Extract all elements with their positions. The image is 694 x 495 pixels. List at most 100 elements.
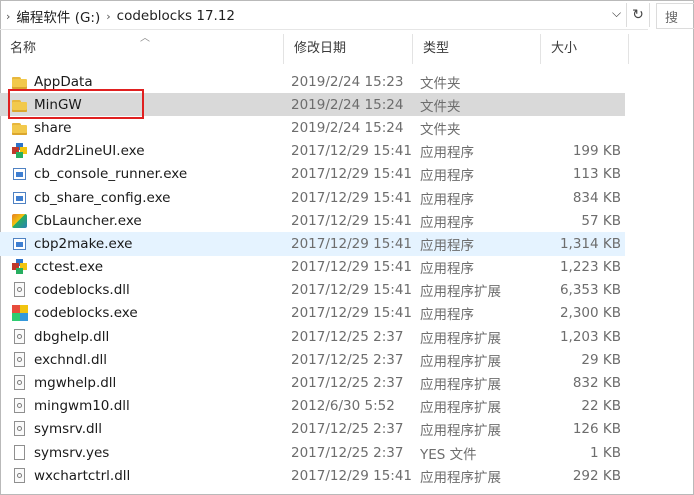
column-header-name[interactable]: 名称 ︿ — [0, 33, 284, 64]
file-name-cell[interactable]: cbp2make.exe — [12, 236, 282, 252]
file-row[interactable]: symsrv.dll 2017/12/25 2:37 应用程序扩展 126 KB — [0, 418, 625, 441]
file-name-cell[interactable]: symsrv.dll — [12, 421, 282, 437]
file-name: mingwm10.dll — [34, 398, 130, 415]
file-name: codeblocks.exe — [34, 305, 138, 322]
breadcrumb-folder[interactable]: codeblocks 17.12 — [117, 8, 235, 24]
file-name-cell[interactable]: cctest.exe — [12, 259, 282, 275]
file-size: 126 KB — [572, 421, 621, 438]
file-row[interactable]: cb_console_runner.exe 2017/12/29 15:41 应用程… — [0, 163, 625, 186]
file-name-cell[interactable]: CbLauncher.exe — [12, 213, 282, 229]
search-placeholder: 搜 — [665, 10, 679, 26]
file-type: YES 文件 — [420, 446, 477, 463]
file-size: 22 KB — [581, 398, 621, 415]
file-name-cell[interactable]: AppData — [12, 74, 282, 90]
file-row[interactable]: Addr2LineUI.exe 2017/12/29 15:41 应用程序 199 K… — [0, 140, 625, 163]
file-type: 应用程序扩展 — [420, 423, 501, 440]
file-row[interactable]: wxchartctrl.dll 2017/12/29 15:41 应用程序扩展 292… — [0, 464, 625, 487]
breadcrumb-root-chevron-icon[interactable]: › — [6, 10, 10, 23]
file-row[interactable]: symsrv.yes 2017/12/25 2:37 YES 文件 1 KB — [0, 441, 625, 464]
file-row[interactable]: dbghelp.dll 2017/12/25 2:37 应用程序扩展 1,203 KB — [0, 325, 625, 348]
address-history-chevron-down-icon[interactable]: ⌵ — [612, 6, 621, 21]
address-bar[interactable]: › 编程软件 (G:) › codeblocks 17.12 — [0, 3, 648, 30]
file-name: CbLauncher.exe — [34, 212, 142, 229]
file-size: 57 KB — [581, 212, 621, 229]
dll-icon — [12, 282, 28, 298]
file-type: 应用程序 — [420, 191, 474, 208]
file-row[interactable]: cbp2make.exe 2017/12/29 15:41 应用程序 1,314 KB — [0, 232, 625, 256]
file-size: 6,353 KB — [559, 282, 621, 299]
file-name-cell[interactable]: symsrv.yes — [12, 444, 282, 461]
search-input[interactable]: 搜 — [656, 3, 694, 29]
column-header-size[interactable]: 大小 — [541, 34, 629, 64]
column-header-date[interactable]: 修改日期 — [284, 34, 413, 64]
column-header-size-label: 大小 — [551, 41, 578, 56]
file-type: 应用程序 — [420, 168, 474, 185]
file-type: 应用程序 — [420, 237, 474, 254]
file-row[interactable]: mingwm10.dll 2012/6/30 5:52 应用程序扩展 22 KB — [0, 395, 625, 418]
file-modified-date: 2019/2/24 15:24 — [291, 119, 404, 136]
dll-icon — [12, 421, 28, 437]
file-name-cell[interactable]: wxchartctrl.dll — [12, 467, 282, 484]
dll-icon — [12, 351, 28, 368]
address-bar-row: › 编程软件 (G:) › codeblocks 17.12 ⌵ ↻ 搜 — [0, 0, 694, 32]
file-modified-date: 2019/2/24 15:23 — [291, 73, 404, 90]
file-row[interactable]: codeblocks.exe 2017/12/29 15:41 应用程序 2,300 … — [0, 302, 625, 325]
file-name-cell[interactable]: dbghelp.dll — [12, 328, 282, 345]
file-name-cell[interactable]: cb_share_config.exe — [12, 190, 282, 206]
file-size: 292 KB — [572, 467, 621, 484]
file-name: codeblocks.dll — [34, 282, 130, 299]
folder-icon — [12, 74, 28, 90]
dll-icon — [12, 467, 28, 484]
file-type: 应用程序扩展 — [420, 400, 501, 417]
file-name: cbp2make.exe — [34, 235, 133, 252]
file-type: 应用程序扩展 — [420, 284, 501, 301]
column-header: 名称 ︿ 修改日期 类型 大小 — [0, 33, 694, 64]
column-header-type[interactable]: 类型 — [413, 34, 541, 64]
colorful-app-icon — [12, 143, 28, 159]
file-name: AppData — [34, 73, 93, 90]
file-row[interactable]: CbLauncher.exe 2017/12/29 15:41 应用程序 57 KB — [0, 209, 625, 232]
breadcrumb-drive[interactable]: 编程软件 (G:) — [16, 6, 100, 26]
file-name-cell[interactable]: share — [12, 120, 282, 136]
file-name-cell[interactable]: Addr2LineUI.exe — [12, 143, 282, 159]
refresh-button[interactable]: ↻ — [626, 3, 650, 27]
dll-icon — [12, 398, 28, 414]
file-type: 应用程序扩展 — [420, 377, 501, 394]
file-name-cell[interactable]: cb_console_runner.exe — [12, 166, 282, 182]
file-name-cell[interactable]: exchndl.dll — [12, 351, 282, 368]
file-name: exchndl.dll — [34, 351, 108, 368]
file-modified-date: 2012/6/30 5:52 — [291, 398, 395, 415]
file-name-cell[interactable]: mgwhelp.dll — [12, 375, 282, 391]
annotation-highlight-box — [8, 89, 144, 119]
file-type: 应用程序扩展 — [420, 353, 501, 370]
codeblocks-icon — [12, 305, 28, 321]
file-row[interactable]: codeblocks.dll 2017/12/29 15:41 应用程序扩展 6,35… — [0, 279, 625, 302]
file-name-cell[interactable]: codeblocks.dll — [12, 282, 282, 298]
file-size: 29 KB — [581, 351, 621, 368]
column-header-date-label: 修改日期 — [294, 41, 347, 56]
dll-icon — [12, 328, 28, 345]
file-modified-date: 2017/12/29 15:41 — [291, 212, 413, 229]
file-size: 1,314 KB — [559, 235, 621, 252]
file-modified-date: 2017/12/29 15:41 — [291, 305, 413, 322]
file-name: cctest.exe — [34, 259, 104, 276]
file-name-cell[interactable]: mingwm10.dll — [12, 398, 282, 414]
file-row[interactable]: exchndl.dll 2017/12/25 2:37 应用程序扩展 29 KB — [0, 348, 625, 371]
file-row[interactable]: share 2019/2/24 15:24 文件夹 — [0, 116, 625, 139]
breadcrumb-chevron-icon[interactable]: › — [106, 10, 110, 23]
folder-icon — [12, 120, 28, 136]
file-modified-date: 2017/12/29 15:41 — [291, 235, 413, 252]
file-modified-date: 2017/12/25 2:37 — [291, 444, 404, 461]
file-name: cb_share_config.exe — [34, 189, 171, 206]
sort-ascending-icon: ︿ — [140, 33, 150, 44]
file-modified-date: 2017/12/25 2:37 — [291, 328, 404, 345]
file-row[interactable]: mgwhelp.dll 2017/12/25 2:37 应用程序扩展 832 KB — [0, 371, 625, 394]
file-row[interactable]: cb_share_config.exe 2017/12/29 15:41 应用程序 8… — [0, 186, 625, 209]
file-name: Addr2LineUI.exe — [34, 143, 145, 160]
file-name-cell[interactable]: codeblocks.exe — [12, 305, 282, 321]
file-row[interactable]: cctest.exe 2017/12/29 15:41 应用程序 1,223 KB — [0, 256, 625, 279]
colorful-app-icon — [12, 259, 28, 275]
refresh-icon: ↻ — [632, 7, 644, 23]
file-modified-date: 2019/2/24 15:24 — [291, 96, 404, 113]
dll-icon — [12, 375, 28, 391]
